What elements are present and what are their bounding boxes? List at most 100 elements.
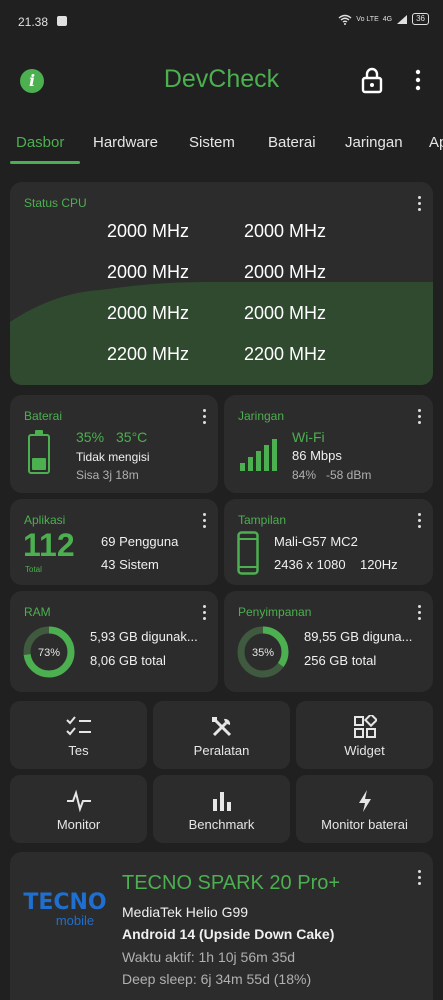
cpu-core-1-freq: 2000 MHz <box>244 221 327 241</box>
storage-total: 256 GB total <box>304 653 377 668</box>
ram-card-menu-icon[interactable] <box>202 605 206 621</box>
apps-system-count: 43 Sistem <box>101 557 159 572</box>
tab-more[interactable]: Ap <box>429 134 443 151</box>
cpu-core-5-freq: 2000 MHz <box>244 303 327 323</box>
network-gen-label: 4G <box>382 15 393 23</box>
tab-jaringan[interactable]: Jaringan <box>345 134 403 151</box>
tab-dasbor[interactable]: Dasbor <box>16 134 64 151</box>
apps-card[interactable]: Aplikasi 112 Total 69 Pengguna 43 Sistem <box>10 499 218 585</box>
tab-indicator <box>10 161 80 164</box>
device-deep-sleep: Deep sleep: 6j 34m 55d (18%) <box>122 971 312 987</box>
ram-card[interactable]: RAM 73% 5,93 GB digunak... 8,06 GB total <box>10 591 218 692</box>
ram-percent: 73% <box>38 647 60 659</box>
cpu-card-title: Status CPU <box>24 196 87 210</box>
cpu-core-0-freq: 2000 MHz <box>107 221 190 241</box>
volte-label: Vo LTE <box>356 15 379 23</box>
cpu-core-2-freq: 2000 MHz <box>107 262 190 282</box>
cpu-card-menu-icon[interactable] <box>417 196 421 212</box>
tecno-logo: TECNO mobile <box>23 892 107 928</box>
brand-logo-text: TECNO <box>23 890 107 915</box>
battery-card-menu-icon[interactable] <box>202 409 206 425</box>
storage-card-title: Penyimpanan <box>238 605 312 619</box>
storage-used: 89,55 GB diguna... <box>304 629 413 644</box>
device-uptime: Waktu aktif: 1h 10j 56m 35d <box>122 949 296 965</box>
network-card[interactable]: Jaringan Wi-Fi 86 Mbps 84% -58 dBm <box>224 395 433 493</box>
tools-icon <box>211 717 231 737</box>
display-card[interactable]: Tampilan Mali-G57 MC2 2436 x 1080 120Hz <box>224 499 433 585</box>
storage-usage-ring: 35% <box>237 626 289 678</box>
bar-chart-icon <box>212 792 231 811</box>
tools-label: Peralatan <box>193 743 250 758</box>
apps-card-menu-icon[interactable] <box>202 513 206 529</box>
ram-total: 8,06 GB total <box>90 653 166 668</box>
cpu-core-6-freq: 2200 MHz <box>107 344 190 364</box>
status-time: 21.38 <box>18 15 49 29</box>
battery-monitor-button[interactable]: Monitor baterai <box>296 775 433 843</box>
battery-monitor-label: Monitor baterai <box>321 817 408 832</box>
brand-logo-subtext: mobile <box>55 913 95 928</box>
benchmark-label: Benchmark <box>188 817 255 832</box>
network-signal-percent: 84% <box>292 468 317 482</box>
status-icons: Vo LTE 4G 36 <box>338 13 429 25</box>
battery-remaining: Sisa 3j 18m <box>76 468 139 482</box>
display-resolution: 2436 x 1080 <box>274 557 346 572</box>
checklist-icon <box>65 716 91 736</box>
cpu-core-4-freq: 2000 MHz <box>107 303 190 323</box>
network-card-menu-icon[interactable] <box>417 409 421 425</box>
battery-temperature: 35°C <box>116 429 148 445</box>
cpu-usage-graph <box>10 282 433 385</box>
wifi-signal-bars-icon <box>240 439 277 471</box>
display-card-menu-icon[interactable] <box>417 513 421 529</box>
ram-used: 5,93 GB digunak... <box>90 629 198 644</box>
device-info-card[interactable]: TECNO mobile TECNO SPARK 20 Pro+ MediaTe… <box>10 852 433 1000</box>
status-bar: 21.38 Vo LTE 4G 36 <box>0 0 443 44</box>
widget-icon <box>353 715 377 738</box>
battery-indicator: 36 <box>412 13 429 25</box>
apps-card-title: Aplikasi <box>24 513 66 527</box>
device-android-version: Android 14 (Upside Down Cake) <box>122 926 335 942</box>
more-vert-icon[interactable] <box>410 68 426 92</box>
tests-button[interactable]: Tes <box>10 701 147 769</box>
storage-card-menu-icon[interactable] <box>417 605 421 621</box>
app-bar: i DevCheck <box>0 50 443 110</box>
cpu-status-card[interactable]: Status CPU 2000 MHz 2000 MHz 2000 MHz 20… <box>10 182 433 385</box>
notification-icon <box>57 16 67 26</box>
battery-level: 35% <box>76 429 105 445</box>
tests-label: Tes <box>68 743 89 758</box>
tab-sistem[interactable]: Sistem <box>189 134 235 151</box>
device-card-menu-icon[interactable] <box>417 870 421 886</box>
apps-total-count: 112 <box>23 527 75 563</box>
cpu-core-3-freq: 2000 MHz <box>244 262 327 282</box>
widget-button[interactable]: Widget <box>296 701 433 769</box>
display-gpu: Mali-G57 MC2 <box>274 534 358 549</box>
device-chipset: MediaTek Helio G99 <box>122 904 249 920</box>
monitor-button[interactable]: Monitor <box>10 775 147 843</box>
tools-button[interactable]: Peralatan <box>153 701 290 769</box>
phone-icon <box>237 531 259 575</box>
storage-percent: 35% <box>252 647 274 659</box>
display-card-title: Tampilan <box>238 513 287 527</box>
signal-icon <box>397 14 408 24</box>
network-card-title: Jaringan <box>238 409 285 423</box>
lock-icon[interactable] <box>361 66 383 94</box>
tab-bar: Dasbor Hardware Sistem Baterai Jaringan … <box>0 122 443 164</box>
ram-card-title: RAM <box>24 605 51 619</box>
display-refresh-rate: 120Hz <box>360 557 398 572</box>
tab-hardware[interactable]: Hardware <box>93 134 158 151</box>
benchmark-button[interactable]: Benchmark <box>153 775 290 843</box>
wifi-icon <box>338 14 352 25</box>
ram-usage-ring: 73% <box>23 626 75 678</box>
apps-user-count: 69 Pengguna <box>101 534 179 549</box>
widget-label: Widget <box>344 743 385 758</box>
tab-baterai[interactable]: Baterai <box>268 134 316 151</box>
bolt-icon <box>358 790 371 812</box>
storage-card[interactable]: Penyimpanan 35% 89,55 GB diguna... 256 G… <box>224 591 433 692</box>
network-speed: 86 Mbps <box>292 448 342 463</box>
network-signal-dbm: -58 dBm <box>326 468 372 482</box>
monitor-label: Monitor <box>56 817 101 832</box>
apps-total-label: Total <box>25 565 42 574</box>
battery-icon <box>28 430 50 474</box>
cpu-core-7-freq: 2200 MHz <box>244 344 327 364</box>
battery-status: Tidak mengisi <box>76 450 150 464</box>
pulse-icon <box>66 789 91 813</box>
